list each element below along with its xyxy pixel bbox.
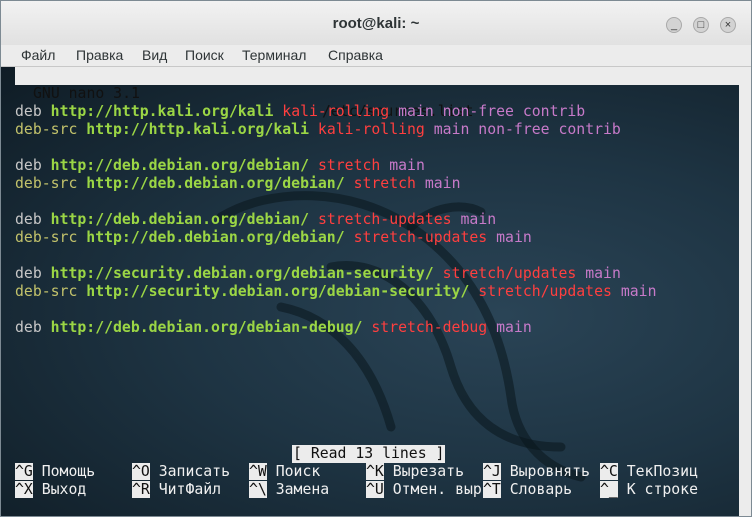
shortcut-label: Выровнять bbox=[500, 463, 590, 480]
shortcut-key: ^R bbox=[132, 481, 150, 498]
repo-components: main bbox=[389, 157, 425, 174]
shortcut-key: ^X bbox=[15, 481, 33, 498]
repo-components: main bbox=[460, 211, 497, 228]
shortcut-label: ТекПозиц bbox=[617, 463, 699, 480]
source-line: deb-src http://security.debian.org/debia… bbox=[15, 283, 656, 301]
repo-url: http://deb.debian.org/debian/ bbox=[50, 211, 310, 228]
shortcut-label: Выход bbox=[32, 481, 87, 498]
repo-type: deb bbox=[15, 211, 42, 228]
shortcut-item: ^T Словарь bbox=[483, 481, 572, 499]
repo-components: main non-free contrib bbox=[398, 103, 586, 120]
shortcut-label: Вырезать bbox=[383, 463, 465, 480]
menu-search[interactable]: Поиск bbox=[185, 47, 224, 63]
repo-url: http://http.kali.org/kali bbox=[86, 121, 309, 138]
menu-bar: Файл Правка Вид Поиск Терминал Справка bbox=[1, 45, 751, 67]
shortcut-item: ^_ К строке bbox=[600, 481, 698, 499]
source-line: deb http://deb.debian.org/debian/ stretc… bbox=[15, 157, 425, 175]
source-line: deb http://deb.debian.org/debian/ stretc… bbox=[15, 211, 496, 229]
source-line: deb http://deb.debian.org/debian-debug/ … bbox=[15, 319, 532, 337]
shortcut-item: ^R ЧитФайл bbox=[132, 481, 221, 499]
repo-dist: stretch bbox=[317, 157, 381, 174]
menu-terminal[interactable]: Терминал bbox=[242, 47, 306, 63]
scrollbar[interactable] bbox=[739, 67, 751, 516]
repo-url: http://deb.debian.org/debian-debug/ bbox=[50, 319, 363, 336]
repo-type: deb bbox=[15, 265, 42, 282]
repo-type: deb bbox=[15, 157, 42, 174]
shortcut-item: ^\ Замена bbox=[249, 481, 329, 499]
shortcut-item: ^J Выровнять bbox=[483, 463, 590, 481]
shortcut-label: Помощь bbox=[32, 463, 96, 480]
shortcut-key: ^O bbox=[132, 463, 150, 480]
shortcut-key: ^C bbox=[600, 463, 618, 480]
shortcut-item: ^K Вырезать bbox=[366, 463, 464, 481]
repo-components: main bbox=[496, 319, 532, 336]
menu-file[interactable]: Файл bbox=[21, 47, 55, 63]
shortcut-key: ^\ bbox=[249, 481, 267, 498]
repo-dist: stretch/updates bbox=[442, 265, 577, 282]
repo-type: deb bbox=[15, 319, 42, 336]
repo-url: http://security.debian.org/debian-securi… bbox=[86, 283, 470, 300]
repo-url: http://http.kali.org/kali bbox=[50, 103, 274, 120]
shortcut-key: ^J bbox=[483, 463, 501, 480]
terminal-area[interactable]: GNU nano 3.1 /etc/sources.list deb http:… bbox=[1, 67, 739, 516]
repo-url: http://security.debian.org/debian-securi… bbox=[50, 265, 434, 282]
repo-dist: stretch-updates bbox=[317, 211, 452, 228]
repo-components: main non-free contrib bbox=[433, 121, 621, 138]
shortcut-item: ^X Выход bbox=[15, 481, 86, 499]
repo-components: main bbox=[585, 265, 621, 282]
source-line: deb http://security.debian.org/debian-se… bbox=[15, 265, 621, 283]
shortcut-label: К строке bbox=[617, 481, 699, 498]
source-line: deb-src http://deb.debian.org/debian/ st… bbox=[15, 175, 460, 193]
shortcut-label: Поиск bbox=[266, 463, 321, 480]
minimize-button[interactable]: _ bbox=[666, 17, 682, 33]
title-bar[interactable]: root@kali: ~ _ □ × bbox=[1, 1, 751, 45]
repo-dist: stretch bbox=[353, 175, 416, 192]
repo-components: main bbox=[496, 229, 532, 246]
repo-dist: stretch/updates bbox=[478, 283, 612, 300]
repo-type: deb-src bbox=[15, 175, 78, 192]
shortcut-item: ^W Поиск bbox=[249, 463, 320, 481]
shortcut-key: ^W bbox=[249, 463, 267, 480]
repo-dist: kali-rolling bbox=[317, 121, 425, 138]
nano-header: GNU nano 3.1 /etc/sources.list bbox=[15, 67, 739, 120]
source-line: deb http://http.kali.org/kali kali-rolli… bbox=[15, 103, 585, 121]
shortcut-item: ^C ТекПозиц bbox=[600, 463, 698, 481]
status-message: [ Read 13 lines ] bbox=[292, 445, 446, 463]
window-title: root@kali: ~ bbox=[332, 15, 420, 32]
terminal-window: root@kali: ~ _ □ × Файл Правка Вид Поиск… bbox=[0, 0, 752, 517]
source-line: deb-src http://deb.debian.org/debian/ st… bbox=[15, 229, 532, 247]
menu-view[interactable]: Вид bbox=[142, 47, 167, 63]
repo-url: http://deb.debian.org/debian/ bbox=[86, 229, 345, 246]
shortcut-item: ^U Отмен. выр bbox=[366, 481, 482, 499]
shortcut-label: Словарь bbox=[500, 481, 573, 498]
repo-url: http://deb.debian.org/debian/ bbox=[50, 157, 310, 174]
shortcut-item: ^O Записать bbox=[132, 463, 230, 481]
repo-dist: kali-rolling bbox=[282, 103, 390, 120]
close-button[interactable]: × bbox=[720, 17, 736, 33]
shortcut-label: ЧитФайл bbox=[149, 481, 222, 498]
repo-type: deb-src bbox=[15, 121, 78, 138]
repo-components: main bbox=[620, 283, 657, 300]
repo-url: http://deb.debian.org/debian/ bbox=[86, 175, 345, 192]
nano-version: GNU nano 3.1 bbox=[33, 85, 140, 102]
shortcut-key: ^U bbox=[366, 481, 384, 498]
menu-help[interactable]: Справка bbox=[328, 47, 383, 63]
repo-components: main bbox=[424, 175, 461, 192]
shortcut-label: Замена bbox=[266, 481, 330, 498]
shortcut-key: ^_ bbox=[600, 481, 618, 498]
shortcut-key: ^K bbox=[366, 463, 384, 480]
shortcut-key: ^T bbox=[483, 481, 501, 498]
repo-type: deb-src bbox=[15, 229, 78, 246]
maximize-button[interactable]: □ bbox=[693, 17, 709, 33]
shortcut-label: Отмен. выр bbox=[383, 481, 482, 498]
shortcut-label: Записать bbox=[149, 463, 231, 480]
repo-dist: stretch-updates bbox=[353, 229, 488, 246]
shortcut-item: ^G Помощь bbox=[15, 463, 95, 481]
repo-type: deb bbox=[15, 103, 42, 120]
menu-edit[interactable]: Правка bbox=[76, 47, 123, 63]
repo-type: deb-src bbox=[15, 283, 78, 300]
shortcut-key: ^G bbox=[15, 463, 33, 480]
repo-dist: stretch-debug bbox=[371, 319, 488, 336]
source-line: deb-src http://http.kali.org/kali kali-r… bbox=[15, 121, 621, 139]
